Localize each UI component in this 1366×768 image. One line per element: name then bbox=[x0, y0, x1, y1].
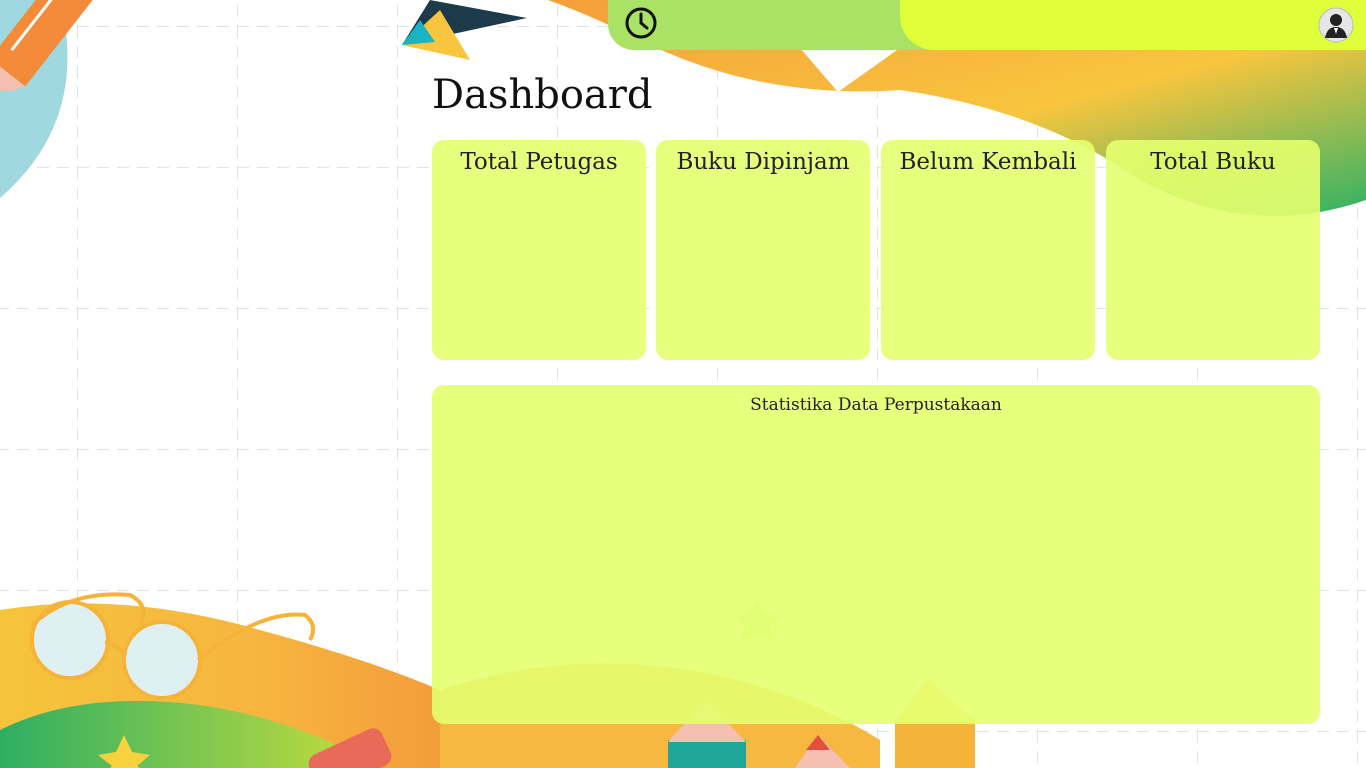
card-title: Buku Dipinjam bbox=[676, 149, 850, 175]
page-title: Dashboard bbox=[432, 72, 653, 118]
card-title: Total Petugas bbox=[460, 149, 618, 175]
card-total-petugas[interactable]: Total Petugas bbox=[432, 140, 646, 360]
stats-panel: Statistika Data Perpustakaan bbox=[432, 385, 1320, 724]
top-bar-right bbox=[900, 0, 1366, 50]
card-title: Total Buku bbox=[1150, 149, 1276, 175]
user-avatar-icon[interactable] bbox=[1318, 7, 1354, 43]
stats-title: Statistika Data Perpustakaan bbox=[750, 395, 1002, 415]
card-belum-kembali[interactable]: Belum Kembali bbox=[881, 140, 1095, 360]
card-total-buku[interactable]: Total Buku bbox=[1106, 140, 1320, 360]
card-buku-dipinjam[interactable]: Buku Dipinjam bbox=[656, 140, 870, 360]
clock-icon[interactable] bbox=[623, 5, 659, 41]
card-title: Belum Kembali bbox=[899, 149, 1077, 175]
